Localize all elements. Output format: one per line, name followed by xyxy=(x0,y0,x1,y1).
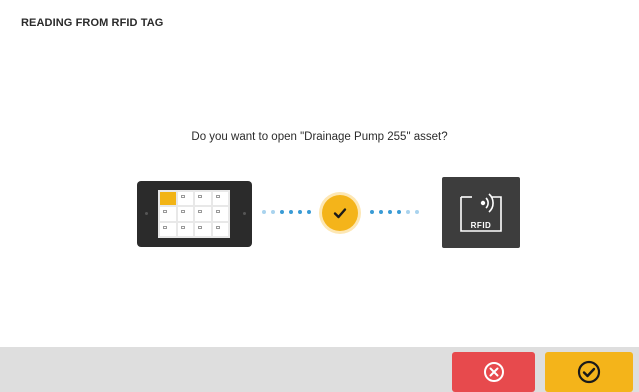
tablet-tile xyxy=(160,207,176,221)
tablet-tile xyxy=(160,192,176,206)
tablet-tile xyxy=(212,192,228,206)
page-title: READING FROM RFID TAG xyxy=(21,17,164,29)
tablet-tile xyxy=(160,222,176,236)
rfid-tag-icon: RFID xyxy=(442,177,520,248)
connector-dot xyxy=(298,210,302,214)
connector-dot xyxy=(262,210,266,214)
tablet-tile xyxy=(177,207,193,221)
connector-dot xyxy=(406,210,410,214)
tablet-camera-dot xyxy=(145,212,148,215)
tablet-tile xyxy=(195,222,211,236)
tablet-tile xyxy=(177,192,193,206)
connector-dot xyxy=(370,210,374,214)
tablet-tile xyxy=(212,222,228,236)
check-circle-icon xyxy=(577,360,601,384)
confirm-button[interactable] xyxy=(545,352,633,392)
connector-dot xyxy=(397,210,401,214)
connector-dot xyxy=(415,210,419,214)
rfid-label: RFID xyxy=(470,221,492,230)
tablet-tile xyxy=(195,192,211,206)
check-icon xyxy=(322,195,358,231)
tablet-device-icon xyxy=(137,181,252,247)
cancel-button[interactable] xyxy=(452,352,535,392)
tablet-tile xyxy=(195,207,211,221)
footer-bar xyxy=(0,347,639,392)
tablet-screen xyxy=(158,190,230,238)
tablet-tile xyxy=(212,207,228,221)
confirmation-prompt: Do you want to open "Drainage Pump 255" … xyxy=(191,131,448,143)
tablet-tile xyxy=(177,222,193,236)
connector-dot xyxy=(307,210,311,214)
tablet-button-dot xyxy=(243,212,246,215)
connector-dot xyxy=(289,210,293,214)
connector-dot xyxy=(379,210,383,214)
close-circle-icon xyxy=(483,362,504,382)
connector-dots-left xyxy=(262,210,311,214)
connector-dots-right xyxy=(370,210,419,214)
connector-dot xyxy=(388,210,392,214)
connector-dot xyxy=(280,210,284,214)
connector-dot xyxy=(271,210,275,214)
